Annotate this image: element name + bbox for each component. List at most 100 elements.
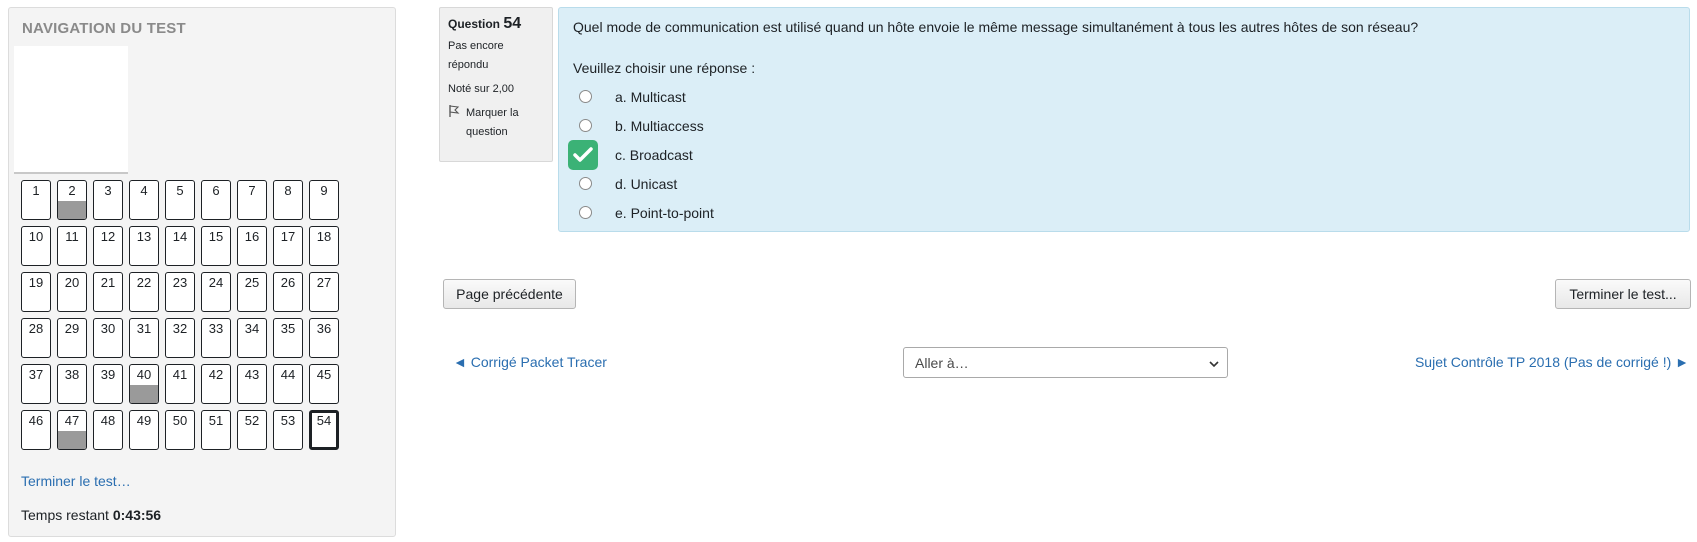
answered-indicator <box>58 201 86 219</box>
question-nav-button[interactable]: 20 <box>57 272 87 312</box>
question-nav-button[interactable]: 9 <box>309 180 339 220</box>
question-number-value: 54 <box>503 15 522 32</box>
radio-button[interactable] <box>579 177 592 190</box>
previous-page-button[interactable]: Page précédente <box>443 279 576 309</box>
question-nav-button[interactable]: 54 <box>309 410 339 450</box>
answered-indicator <box>130 385 158 403</box>
question-nav-button[interactable]: 44 <box>273 364 303 404</box>
question-nav-button[interactable]: 10 <box>21 226 51 266</box>
timer-value: 0:43:56 <box>112 507 162 523</box>
question-grade: Noté sur 2,00 <box>448 83 515 95</box>
question-nav-number: 1 <box>32 183 40 198</box>
question-nav-number: 7 <box>248 183 256 198</box>
question-nav-number: 40 <box>136 367 152 382</box>
question-nav-button[interactable]: 26 <box>273 272 303 312</box>
question-nav-button[interactable]: 53 <box>273 410 303 450</box>
question-nav-button[interactable]: 42 <box>201 364 231 404</box>
question-nav-button[interactable]: 43 <box>237 364 267 404</box>
radio-button[interactable] <box>579 119 592 132</box>
question-nav-button[interactable]: 22 <box>129 272 159 312</box>
question-nav-button[interactable]: 48 <box>93 410 123 450</box>
question-nav-button[interactable]: 31 <box>129 318 159 358</box>
question-nav-button[interactable]: 19 <box>21 272 51 312</box>
jump-to-select[interactable]: Aller à… <box>903 347 1228 378</box>
finish-attempt-button[interactable]: Terminer le test... <box>1555 279 1691 309</box>
question-nav-number: 12 <box>100 229 116 244</box>
question-nav-button[interactable]: 12 <box>93 226 123 266</box>
flag-question-button[interactable]: Marquer la question <box>448 104 544 142</box>
question-nav-button[interactable]: 21 <box>93 272 123 312</box>
question-nav-number: 51 <box>208 413 224 428</box>
previous-activity-link[interactable]: ◄ Corrigé Packet Tracer <box>453 354 607 370</box>
answer-label: a. Multicast <box>615 88 686 105</box>
answer-label: e. Point-to-point <box>615 204 714 221</box>
question-nav-number: 38 <box>64 367 80 382</box>
radio-button[interactable] <box>579 206 592 219</box>
finish-attempt-link[interactable]: Terminer le test… <box>21 473 131 489</box>
question-nav-button[interactable]: 14 <box>165 226 195 266</box>
question-nav-button[interactable]: 45 <box>309 364 339 404</box>
question-nav-number: 4 <box>140 183 148 198</box>
question-nav-button[interactable]: 16 <box>237 226 267 266</box>
question-nav-button[interactable]: 34 <box>237 318 267 358</box>
question-nav-button[interactable]: 7 <box>237 180 267 220</box>
question-nav-number: 39 <box>100 367 116 382</box>
question-number: Question 54 <box>448 14 544 34</box>
question-nav-button[interactable]: 13 <box>129 226 159 266</box>
question-nav-number: 46 <box>28 413 44 428</box>
question-nav-button[interactable]: 32 <box>165 318 195 358</box>
question-nav-button[interactable]: 3 <box>93 180 123 220</box>
question-nav-button[interactable]: 37 <box>21 364 51 404</box>
question-nav-button[interactable]: 4 <box>129 180 159 220</box>
question-nav-button[interactable]: 23 <box>165 272 195 312</box>
question-nav-button[interactable]: 35 <box>273 318 303 358</box>
question-nav-number: 8 <box>284 183 292 198</box>
nav-title: NAVIGATION DU TEST <box>22 20 186 37</box>
question-nav-button[interactable]: 50 <box>165 410 195 450</box>
question-nav-button[interactable]: 25 <box>237 272 267 312</box>
question-nav-button[interactable]: 33 <box>201 318 231 358</box>
question-nav-button[interactable]: 2 <box>57 180 87 220</box>
question-nav-number: 19 <box>28 275 44 290</box>
question-nav-number: 41 <box>172 367 188 382</box>
question-nav-number: 45 <box>316 367 332 382</box>
question-nav-number: 32 <box>172 321 188 336</box>
question-nav-button[interactable]: 36 <box>309 318 339 358</box>
question-nav-button[interactable]: 6 <box>201 180 231 220</box>
question-grid: 1 2 3 4 5 6 7 8 9 10 11 12 13 14 15 16 17 18 19 20 21 22 23 24 2… <box>21 180 351 450</box>
question-nav-button[interactable]: 46 <box>21 410 51 450</box>
time-remaining: Temps restant 0:43:56 <box>21 507 161 523</box>
question-nav-button[interactable]: 38 <box>57 364 87 404</box>
question-nav-button[interactable]: 29 <box>57 318 87 358</box>
question-nav-button[interactable]: 41 <box>165 364 195 404</box>
question-nav-number: 21 <box>100 275 116 290</box>
question-nav-number: 26 <box>280 275 296 290</box>
question-nav-button[interactable]: 49 <box>129 410 159 450</box>
question-nav-button[interactable]: 5 <box>165 180 195 220</box>
question-nav-button[interactable]: 30 <box>93 318 123 358</box>
question-nav-button[interactable]: 52 <box>237 410 267 450</box>
question-nav-button[interactable]: 40 <box>129 364 159 404</box>
answer-label: b. Multiaccess <box>615 117 704 134</box>
question-nav-button[interactable]: 8 <box>273 180 303 220</box>
next-activity-link[interactable]: Sujet Contrôle TP 2018 (Pas de corrigé !… <box>1415 354 1689 370</box>
question-nav-button[interactable]: 15 <box>201 226 231 266</box>
question-nav-button[interactable]: 47 <box>57 410 87 450</box>
question-nav-button[interactable]: 1 <box>21 180 51 220</box>
question-nav-number: 27 <box>316 275 332 290</box>
question-nav-button[interactable]: 27 <box>309 272 339 312</box>
jump-to-value: Aller à… <box>915 354 969 371</box>
question-nav-button[interactable]: 39 <box>93 364 123 404</box>
question-info: Question 54 Pas encore répondu Noté sur … <box>439 7 553 162</box>
question-nav-button[interactable]: 51 <box>201 410 231 450</box>
question-nav-button[interactable]: 11 <box>57 226 87 266</box>
question-nav-button[interactable]: 18 <box>309 226 339 266</box>
answer-label: c. Broadcast <box>615 146 693 163</box>
question-nav-button[interactable]: 28 <box>21 318 51 358</box>
question-nav-number: 50 <box>172 413 188 428</box>
question-nav-number: 11 <box>65 229 79 244</box>
question-nav-number: 34 <box>244 321 260 336</box>
question-nav-button[interactable]: 24 <box>201 272 231 312</box>
question-nav-button[interactable]: 17 <box>273 226 303 266</box>
radio-button[interactable] <box>579 90 592 103</box>
